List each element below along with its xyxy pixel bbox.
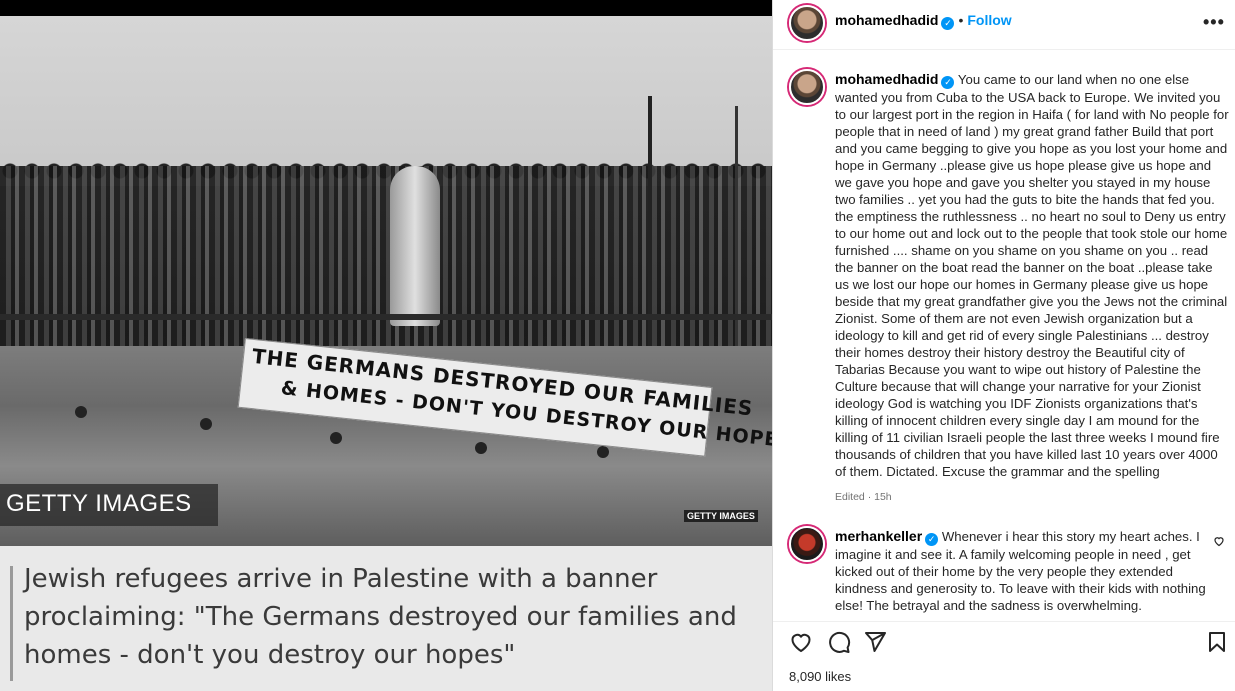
- photo-ship-funnel: [390, 166, 440, 326]
- top-black-bar: [0, 0, 772, 16]
- caption-avatar[interactable]: [789, 69, 825, 105]
- comment-like-heart-icon[interactable]: [1213, 535, 1225, 547]
- verified-badge-icon: ✓: [941, 76, 955, 89]
- getty-watermark-small: GETTY IMAGES: [684, 510, 758, 522]
- likes-count[interactable]: 8,090 likes: [789, 669, 851, 684]
- photo-ship-rail: [0, 314, 772, 320]
- comment: merhankeller ✓ Whenever i hear this story…: [835, 528, 1207, 614]
- getty-watermark-large: GETTY IMAGES: [0, 484, 218, 526]
- follow-button[interactable]: Follow: [967, 12, 1011, 28]
- post-actions: 8,090 likes: [773, 621, 1235, 691]
- verified-badge-icon: ✓: [925, 533, 939, 546]
- more-options-icon[interactable]: •••: [1203, 12, 1225, 33]
- post-caption: mohamedhadid ✓ You came to our land when …: [835, 71, 1230, 480]
- header-username[interactable]: mohamedhadid: [835, 12, 938, 28]
- share-icon[interactable]: [863, 630, 887, 654]
- heart-icon[interactable]: [789, 630, 813, 654]
- verified-badge-icon: ✓: [941, 17, 955, 30]
- porthole: [475, 442, 487, 454]
- image-caption: Jewish refugees arrive in Palestine with…: [24, 564, 737, 670]
- post-media[interactable]: THE GERMANS DESTROYED OUR FAMILIES & HOM…: [0, 16, 772, 691]
- caption-accent-bar: [10, 566, 13, 681]
- post-header: mohamedhadid ✓ • Follow •••: [773, 0, 1235, 50]
- comment-icon[interactable]: [827, 630, 851, 654]
- porthole: [75, 406, 87, 418]
- caption-text: You came to our land when no one else wa…: [835, 72, 1229, 479]
- post-sidebar: mohamedhadid ✓ • Follow ••• mohamedhadid ✓ Y…: [772, 0, 1235, 691]
- caption-username[interactable]: mohamedhadid: [835, 71, 938, 87]
- caption-meta: Edited · 15h: [835, 491, 892, 503]
- post-photo: THE GERMANS DESTROYED OUR FAMILIES & HOM…: [0, 16, 772, 546]
- avatar[interactable]: [789, 5, 825, 41]
- porthole: [330, 432, 342, 444]
- comment-username[interactable]: merhankeller: [835, 528, 922, 544]
- header-user-line: mohamedhadid ✓ • Follow: [835, 12, 1012, 30]
- image-caption-area: Jewish refugees arrive in Palestine with…: [0, 546, 772, 691]
- porthole: [200, 418, 212, 430]
- porthole: [597, 446, 609, 458]
- comment-avatar[interactable]: [789, 526, 825, 562]
- separator-dot: •: [958, 12, 964, 28]
- bookmark-icon[interactable]: [1205, 630, 1229, 654]
- comments-scroll-area[interactable]: mohamedhadid ✓ You came to our land when …: [773, 51, 1235, 621]
